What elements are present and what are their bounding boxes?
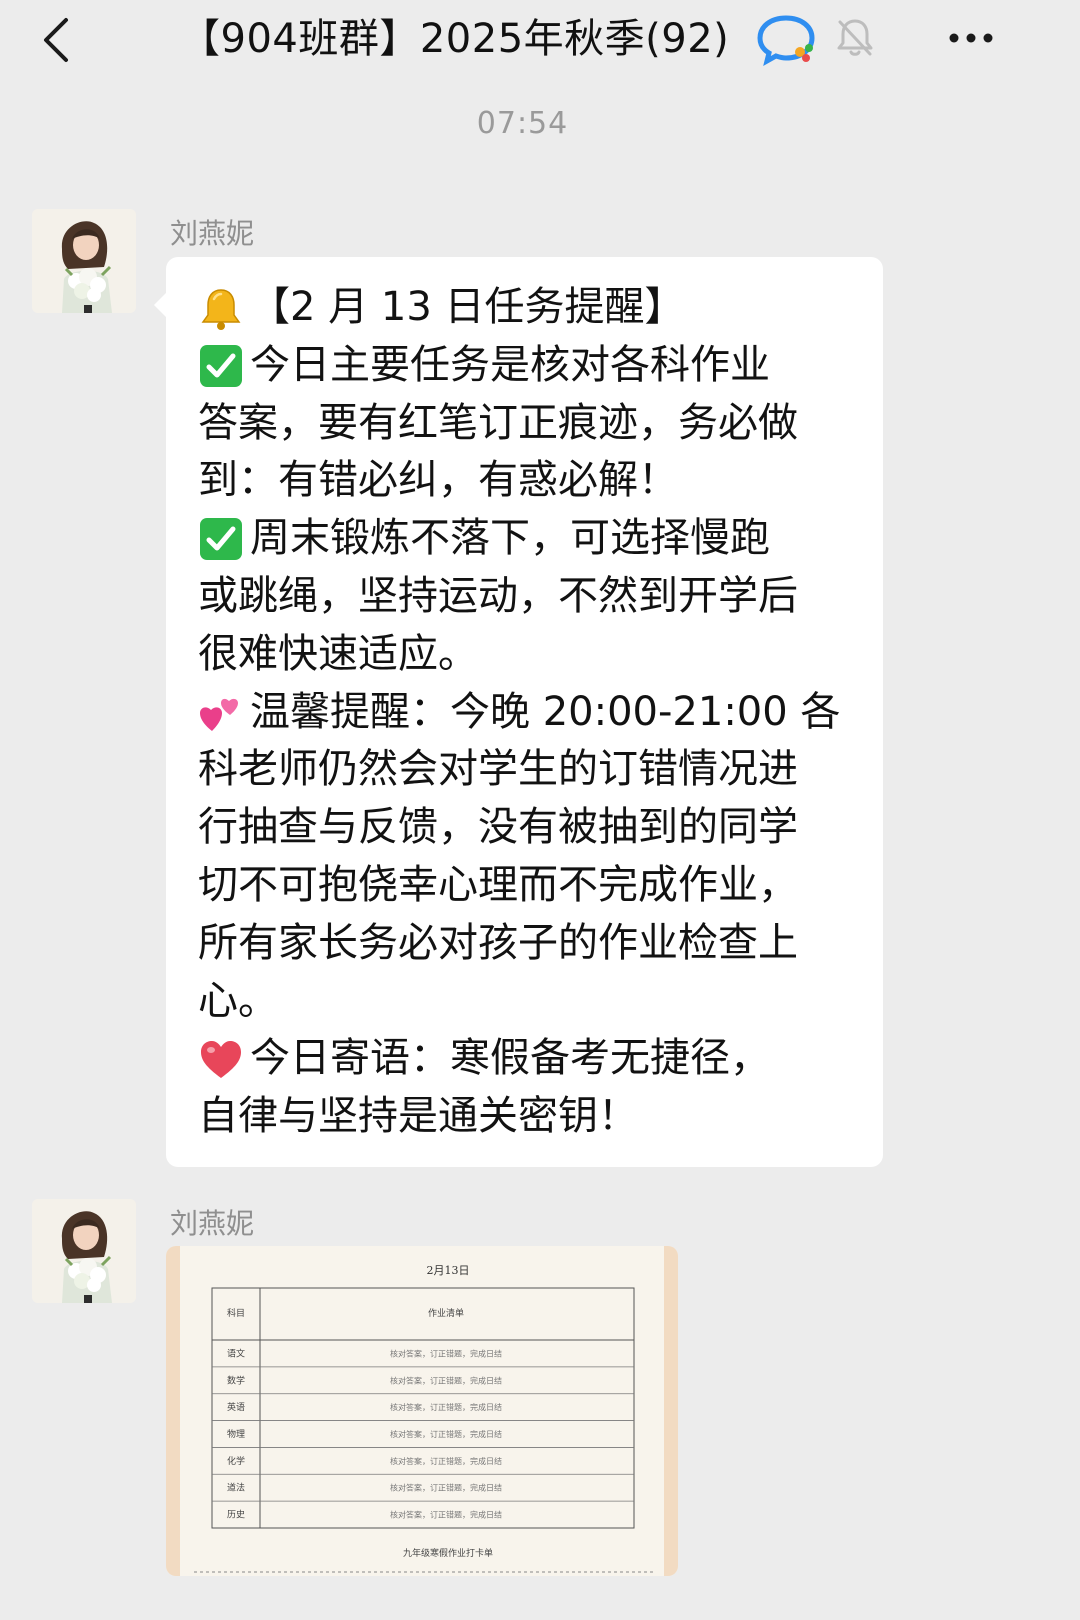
doc-subject-cell: 语文	[227, 1347, 245, 1359]
message-text: 行抽查与反馈，没有被抽到的同学	[198, 804, 798, 851]
message-line: 【2 月 13 日任务提醒】	[198, 279, 855, 337]
message-line: 自律与坚持是通关密钥！	[198, 1088, 855, 1146]
text-message-bubble[interactable]: 【2 月 13 日任务提醒】 今日主要任务是核对各科作业 答案，要有红笔订正痕迹…	[154, 257, 883, 1167]
message-line: 周末锻炼不落下，可选择慢跑	[198, 510, 855, 568]
message-text: 今日主要任务是核对各科作业	[250, 341, 770, 388]
message-text: 【2 月 13 日任务提醒】	[250, 284, 685, 330]
message-text: 周末锻炼不落下，可选择慢跑	[250, 515, 770, 562]
avatar[interactable]	[32, 1199, 136, 1303]
doc-subject-cell: 数学	[227, 1374, 245, 1386]
message-text: 或跳绳，坚持运动，不然到开学后	[198, 572, 798, 619]
doc-heading: 2月13日	[427, 1264, 470, 1277]
work-chat-icon[interactable]	[756, 14, 818, 66]
message-line: 答案，要有红笔订正痕迹，务必做	[198, 395, 855, 453]
doc-content-cell: 核对答案，订正错题，完成日结	[390, 1348, 502, 1358]
chevron-left-icon[interactable]	[30, 12, 86, 68]
doc-column-header: 作业清单	[428, 1307, 464, 1319]
message-text: 切不可抱侥幸心理而不完成作业，	[198, 861, 798, 908]
chat-screen: 【904班群】2025年秋季(92) 07:54 刘燕妮 【2 月 13 日任务…	[0, 0, 1045, 1576]
sender-name: 刘燕妮	[170, 217, 255, 250]
chat-title: 【904班群】2025年秋季(92)	[180, 16, 730, 62]
doc-content-cell: 核对答案，订正错题，完成日结	[390, 1483, 502, 1493]
message-text: 温馨提醒：今晚 20:00-21:00 各	[250, 688, 841, 735]
doc-subject-cell: 化学	[227, 1455, 245, 1467]
doc-subject-cell: 历史	[227, 1509, 245, 1521]
doc-column-header: 科目	[227, 1307, 245, 1319]
doc-content-cell: 核对答案，订正错题，完成日结	[390, 1429, 502, 1439]
message-line: 行抽查与反馈，没有被抽到的同学	[198, 799, 855, 857]
two-hearts-icon	[200, 699, 238, 732]
message-line: 心。	[198, 973, 855, 1031]
message-line: 温馨提醒：今晚 20:00-21:00 各	[198, 684, 855, 742]
check-mark-icon	[200, 344, 242, 387]
message-text: 所有家长务必对孩子的作业检查上	[198, 919, 798, 966]
homework-list-photo: 2月13日 科目 作业清单 语文 核对答案，订正错题，完成日结数学 核对答案，订正错…	[166, 1246, 678, 1576]
doc-content-cell: 核对答案，订正错题，完成日结	[390, 1456, 502, 1466]
message-text: 很难快速适应。	[198, 630, 478, 677]
message-text: 到：有错必纠，有惑必解！	[198, 457, 678, 504]
message-line: 今日主要任务是核对各科作业	[198, 337, 855, 395]
heart-icon	[201, 1041, 241, 1079]
message-text: 自律与坚持是通关密钥！	[198, 1093, 638, 1140]
message-line: 很难快速适应。	[198, 626, 855, 684]
image-message[interactable]: 2月13日 科目 作业清单 语文 核对答案，订正错题，完成日结 数学 核对答案，订正错…	[166, 1246, 678, 1576]
doc-footer: 九年级寒假作业打卡单	[403, 1547, 493, 1559]
doc-subject-cell: 道法	[227, 1482, 245, 1494]
avatar[interactable]	[32, 209, 136, 313]
message-line: 或跳绳，坚持运动，不然到开学后	[198, 568, 855, 626]
doc-subject-cell: 物理	[227, 1428, 245, 1440]
message-text: 科老师仍然会对学生的订错情况进	[198, 746, 798, 793]
message-text: 答案，要有红笔订正痕迹，务必做	[198, 399, 798, 446]
bell-icon	[201, 289, 241, 330]
doc-content-cell: 核对答案，订正错题，完成日结	[390, 1375, 502, 1385]
message-line: 今日寄语：寒假备考无捷径，	[198, 1030, 855, 1088]
message-line: 科老师仍然会对学生的订错情况进	[198, 741, 855, 799]
message-line: 切不可抱侥幸心理而不完成作业，	[198, 857, 855, 915]
doc-content-cell: 核对答案，订正错题，完成日结	[390, 1402, 502, 1412]
message-line: 到：有错必纠，有惑必解！	[198, 452, 855, 510]
message-text: 心。	[198, 977, 278, 1024]
bell-muted-icon	[837, 19, 873, 56]
doc-subject-cell: 英语	[227, 1401, 245, 1413]
message-timestamp: 07:54	[476, 106, 569, 141]
message-text: 今日寄语：寒假备考无捷径，	[250, 1035, 770, 1082]
doc-content-cell: 核对答案，订正错题，完成日结	[390, 1510, 502, 1520]
message-line: 所有家长务必对孩子的作业检查上	[198, 915, 855, 973]
chat-header: 【904班群】2025年秋季(92)	[0, 0, 1045, 80]
sender-name: 刘燕妮	[170, 1207, 255, 1240]
check-mark-icon	[200, 518, 242, 561]
more-icon[interactable]	[936, 16, 1006, 60]
